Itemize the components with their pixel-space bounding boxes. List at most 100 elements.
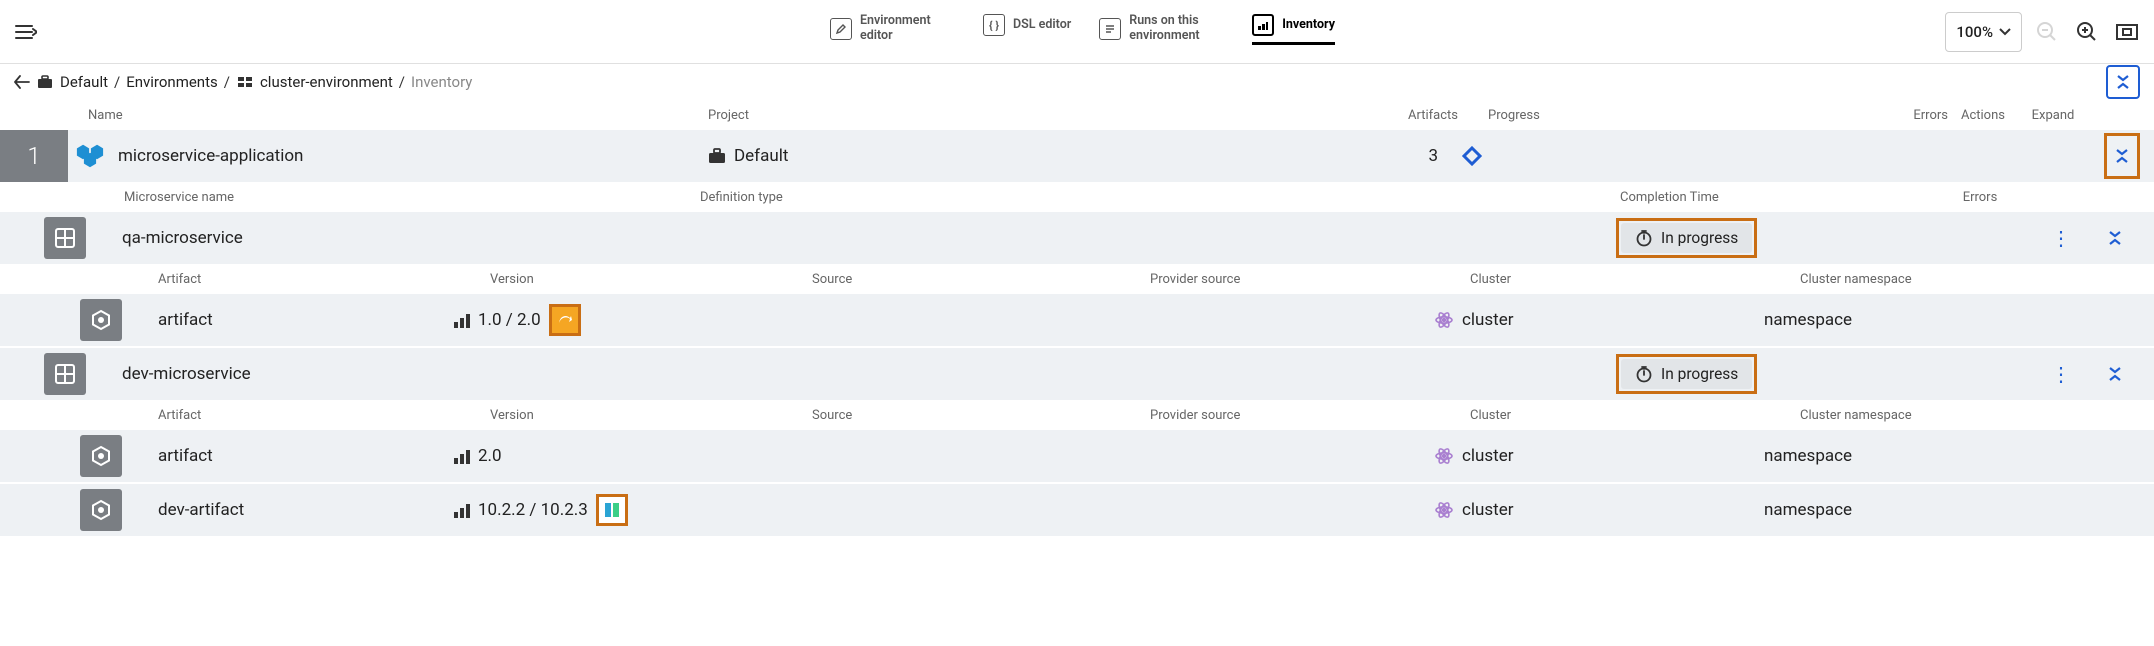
breadcrumb-row: Default / Environments / cluster-environ… [0, 64, 2154, 100]
col-provider-source: Provider source [1150, 272, 1470, 287]
row-actions-menu[interactable]: ⋮ [2051, 362, 2072, 386]
col-source: Source [812, 408, 1150, 423]
cluster-atom-icon [1434, 310, 1454, 330]
breadcrumb-env[interactable]: cluster-environment [260, 73, 393, 91]
col-version: Version [490, 408, 812, 423]
cluster-atom-icon [1434, 446, 1454, 466]
artifact-column-header: Artifact Version Source Provider source … [0, 264, 2154, 294]
tab-label: Environment editor [860, 14, 955, 43]
row-index: 1 [0, 130, 68, 182]
col-artifacts: Artifacts [1368, 108, 1458, 123]
col-ms-completion: Completion Time [1620, 190, 1920, 205]
braces-box-icon: { } [983, 14, 1005, 36]
callout-highlight: In progress [1616, 218, 1757, 258]
col-cluster: Cluster [1470, 408, 1800, 423]
col-actions: Actions [1948, 108, 2018, 123]
app-progress [1438, 146, 1910, 166]
artifact-icon [80, 299, 122, 341]
main-column-header: Name Project Artifacts Progress Errors A… [0, 100, 2154, 130]
microservice-name[interactable]: qa-microservice [86, 228, 1616, 248]
callout-highlight: In progress [1616, 354, 1757, 394]
status-badge: In progress [1621, 223, 1752, 253]
artifact-name[interactable]: artifact [122, 446, 454, 466]
row-expand-toggle[interactable] [2107, 136, 2137, 176]
compare-columns-icon[interactable] [599, 497, 625, 523]
row-actions-menu[interactable]: ⋮ [2051, 226, 2072, 250]
tab-environment-editor[interactable]: Environment editor [830, 14, 955, 49]
back-arrow-icon[interactable] [14, 75, 30, 89]
version-bars-icon [454, 502, 470, 518]
artifact-cluster: cluster [1462, 446, 1514, 466]
col-ms-name: Microservice name [124, 190, 700, 205]
col-project: Project [708, 108, 1368, 123]
tab-dsl-editor[interactable]: { } DSL editor [983, 14, 1071, 42]
col-namespace: Cluster namespace [1800, 272, 2000, 287]
col-errors: Errors [1878, 108, 1948, 123]
zoom-value: 100% [1956, 23, 1993, 41]
pencil-box-icon [830, 18, 852, 40]
artifact-version: 1.0 / 2.0 [478, 310, 541, 330]
version-bars-icon [454, 448, 470, 464]
tab-label: Inventory [1282, 18, 1335, 32]
col-source: Source [812, 272, 1150, 287]
col-expand: Expand [2018, 108, 2088, 123]
artifact-name[interactable]: artifact [122, 310, 454, 330]
microservice-icon [44, 353, 86, 395]
artifact-name[interactable]: dev-artifact [122, 500, 454, 520]
menu-toggle-icon[interactable] [12, 18, 40, 46]
diamond-progress-icon [1462, 146, 1482, 166]
app-project-name: Default [734, 146, 788, 166]
callout-highlight [2104, 133, 2140, 179]
artifact-icon [80, 489, 122, 531]
breadcrumb-page: Inventory [411, 73, 472, 91]
chevron-up-icon [2116, 82, 2130, 90]
row-expand-toggle[interactable] [2100, 354, 2130, 394]
breadcrumb-root[interactable]: Default [60, 73, 108, 91]
zoom-in-button[interactable] [2072, 17, 2102, 47]
toolbar-right: 100% [1945, 12, 2142, 52]
expand-all-button[interactable] [2106, 65, 2140, 99]
version-bars-icon [454, 312, 470, 328]
microservice-name[interactable]: dev-microservice [86, 364, 1616, 384]
fit-screen-button[interactable] [2112, 17, 2142, 47]
cluster-atom-icon [1434, 500, 1454, 520]
inventory-box-icon [1252, 14, 1274, 36]
artifact-row: artifact 1.0 / 2.0 cluster namespace [0, 294, 2154, 346]
app-artifact-count: 3 [1348, 146, 1438, 166]
app-project: Default [708, 146, 1348, 166]
breadcrumb-environments[interactable]: Environments [126, 73, 218, 91]
tab-inventory[interactable]: Inventory [1252, 14, 1335, 45]
microservice-icon [44, 217, 86, 259]
row-expand-toggle[interactable] [2100, 218, 2130, 258]
briefcase-icon [708, 148, 726, 164]
stopwatch-icon [1635, 365, 1653, 383]
artifact-version: 2.0 [478, 446, 502, 466]
artifact-column-header: Artifact Version Source Provider source … [0, 400, 2154, 430]
top-toolbar: Environment editor { } DSL editor Runs o… [0, 0, 2154, 64]
artifact-namespace: namespace [1764, 310, 1852, 330]
col-name: Name [88, 108, 708, 123]
artifact-row: artifact 2.0 cluster namespace [0, 430, 2154, 482]
status-badge: In progress [1621, 359, 1752, 389]
artifact-namespace: namespace [1764, 500, 1852, 520]
col-provider-source: Provider source [1150, 408, 1470, 423]
col-artifact: Artifact [158, 408, 490, 423]
breadcrumb: Default / Environments / cluster-environ… [14, 73, 472, 91]
artifact-namespace: namespace [1764, 446, 1852, 466]
zoom-select[interactable]: 100% [1945, 12, 2022, 52]
tab-runs[interactable]: Runs on this environment [1099, 14, 1224, 49]
status-text: In progress [1661, 365, 1738, 383]
app-type-icon [68, 144, 112, 168]
col-progress: Progress [1458, 108, 1878, 123]
col-version: Version [490, 272, 812, 287]
artifact-row: dev-artifact 10.2.2 / 10.2.3 cluster nam… [0, 484, 2154, 536]
microservice-column-header: Microservice name Definition type Comple… [0, 182, 2154, 212]
cluster-icon [236, 73, 254, 91]
tab-label: DSL editor [1013, 18, 1071, 32]
col-ms-def: Definition type [700, 190, 1620, 205]
upgrade-arrow-icon[interactable] [552, 307, 578, 333]
app-name[interactable]: microservice-application [112, 146, 708, 166]
zoom-out-button[interactable] [2032, 17, 2062, 47]
application-row: 1 microservice-application Default 3 [0, 130, 2154, 182]
status-text: In progress [1661, 229, 1738, 247]
